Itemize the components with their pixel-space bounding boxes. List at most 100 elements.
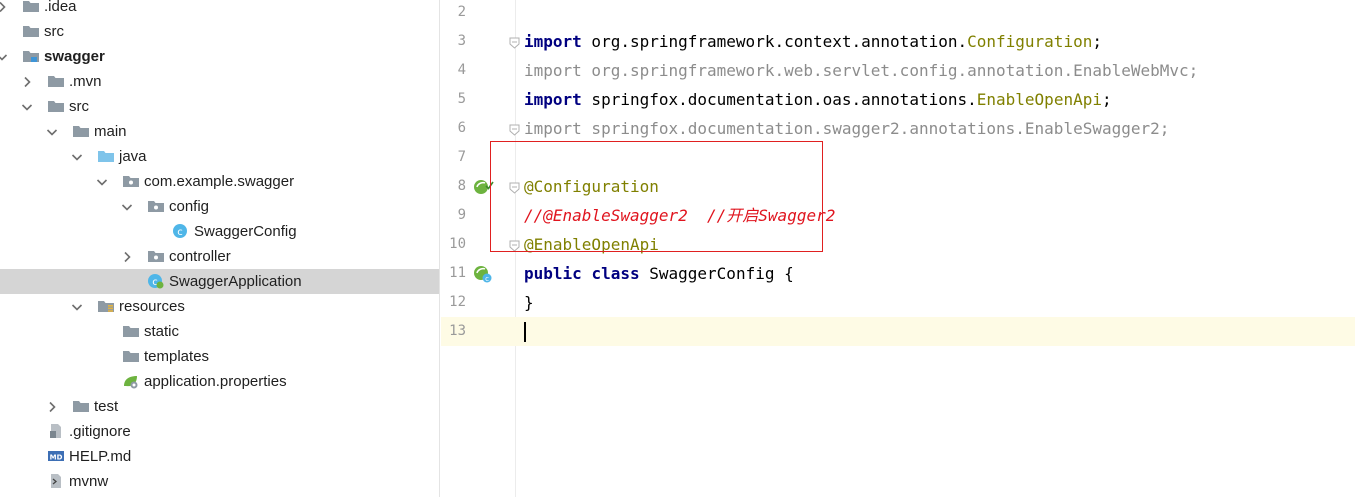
gitignore-file-icon (47, 423, 65, 439)
tree-item-label: com.example.swagger (144, 173, 295, 190)
line-number: 8 (457, 178, 466, 194)
code-token: //@EnableSwagger2 //开启Swagger2 (524, 206, 836, 225)
tree-item[interactable]: c SwaggerConfig (0, 219, 439, 244)
code-line[interactable]: 2 (441, 0, 1355, 27)
fold-marker-icon[interactable] (509, 36, 520, 49)
tree-item-label: controller (169, 248, 231, 265)
tree-item[interactable]: resources (0, 294, 439, 319)
chevron-down-icon[interactable] (95, 175, 109, 189)
chevron-down-icon[interactable] (45, 125, 59, 139)
code-line[interactable]: 12} (441, 288, 1355, 317)
code-token: } (524, 293, 534, 312)
line-number: 11 (449, 265, 466, 281)
tree-item[interactable]: test (0, 394, 439, 419)
line-number: 6 (457, 120, 466, 136)
package-icon (122, 173, 140, 189)
code-text[interactable]: @Configuration (524, 172, 659, 201)
tree-item[interactable]: java (0, 144, 439, 169)
folder-icon (22, 23, 40, 39)
code-line[interactable]: 4 import org.springframework.web.servlet.… (441, 56, 1355, 85)
code-line[interactable]: 10 @EnableOpenApi (441, 230, 1355, 259)
code-text[interactable]: import org.springframework.web.servlet.c… (524, 56, 1198, 85)
code-text[interactable]: public class SwaggerConfig { (524, 259, 794, 288)
code-line[interactable]: 13 (441, 317, 1355, 346)
code-line[interactable]: 6 import springfox.documentation.swagger2… (441, 114, 1355, 143)
chevron-right-icon[interactable] (45, 400, 59, 414)
tree-item-label: src (69, 98, 89, 115)
fold-marker-icon[interactable] (509, 181, 520, 194)
chevron-down-icon[interactable] (70, 300, 84, 314)
tree-item-label: resources (119, 298, 185, 315)
tree-item[interactable]: c SwaggerApplication (0, 269, 439, 294)
svg-text:c: c (177, 227, 183, 238)
chevron-right-icon[interactable] (0, 0, 9, 14)
tree-item[interactable]: swagger (0, 44, 439, 69)
chevron-down-icon[interactable] (120, 200, 134, 214)
code-line[interactable]: 11 c public class SwaggerConfig { (441, 259, 1355, 288)
fold-marker-icon[interactable] (509, 239, 520, 252)
chevron-right-icon[interactable] (20, 75, 34, 89)
spring-boot-class-icon: c (147, 273, 165, 289)
spring-config-gutter-icon[interactable]: c (472, 264, 494, 284)
code-line[interactable]: 5 import springfox.documentation.oas.anno… (441, 85, 1355, 114)
tree-item-label: templates (144, 348, 210, 365)
folder-icon (47, 98, 65, 114)
code-token: import org.springframework.web.servlet.c… (524, 61, 1199, 80)
source-folder-icon (97, 148, 115, 164)
tree-item[interactable]: mvnw (0, 469, 439, 494)
code-line[interactable]: 9 //@EnableSwagger2 //开启Swagger2 (441, 201, 1355, 230)
tree-item[interactable]: main (0, 119, 439, 144)
code-token: @Configuration (524, 177, 659, 196)
tree-item[interactable]: .mvn (0, 69, 439, 94)
code-line[interactable]: 8 @Configuration (441, 172, 1355, 201)
line-number: 10 (449, 236, 466, 252)
tree-item[interactable]: .gitignore (0, 419, 439, 444)
tree-item[interactable]: application.properties (0, 369, 439, 394)
tree-item-label: HELP.md (69, 448, 132, 465)
tree-item[interactable]: config (0, 194, 439, 219)
tree-item[interactable]: com.example.swagger (0, 169, 439, 194)
code-text[interactable]: //@EnableSwagger2 //开启Swagger2 (524, 201, 835, 230)
svg-text:MD: MD (50, 454, 63, 462)
tree-item[interactable]: src (0, 19, 439, 44)
code-token: springfox.documentation.oas.annotations. (581, 90, 977, 109)
line-number: 7 (457, 149, 466, 165)
tree-item[interactable]: static (0, 319, 439, 344)
package-icon (147, 198, 165, 214)
chevron-down-icon[interactable] (70, 150, 84, 164)
tree-item-label: SwaggerConfig (194, 223, 297, 240)
code-token: import (524, 90, 582, 109)
code-token: Configuration (967, 32, 1093, 51)
code-text[interactable]: @EnableOpenApi (524, 230, 659, 259)
code-editor[interactable]: 2 3 import org.springframework.context.ann… (441, 0, 1355, 497)
line-number: 9 (457, 207, 466, 223)
chevron-down-icon[interactable] (0, 50, 9, 64)
package-icon (147, 248, 165, 264)
tree-item[interactable]: templates (0, 344, 439, 369)
code-text[interactable]: } (524, 288, 534, 317)
tree-item-label: static (144, 323, 180, 340)
text-caret (524, 322, 526, 342)
tree-item[interactable]: controller (0, 244, 439, 269)
tree-item-label: .mvn (69, 73, 102, 90)
spring-properties-icon (122, 373, 140, 389)
code-token: public (524, 264, 582, 283)
tree-item[interactable]: .idea (0, 0, 439, 19)
spring-bean-gutter-icon[interactable] (472, 177, 494, 197)
code-text[interactable]: import springfox.documentation.oas.annot… (524, 85, 1112, 114)
tree-item[interactable]: src (0, 94, 439, 119)
line-number: 5 (457, 91, 466, 107)
code-text[interactable]: import org.springframework.context.annot… (524, 27, 1102, 56)
chevron-down-icon[interactable] (20, 100, 34, 114)
code-line[interactable]: 7 (441, 143, 1355, 172)
tree-item-label: swagger (44, 48, 105, 65)
code-line[interactable]: 3 import org.springframework.context.anno… (441, 27, 1355, 56)
tree-item[interactable]: MD HELP.md (0, 444, 439, 469)
chevron-right-icon[interactable] (120, 250, 134, 264)
project-tree[interactable]: .idea src swagger .mvn src main java com.exampl… (0, 0, 440, 497)
code-text[interactable]: import springfox.documentation.swagger2.… (524, 114, 1169, 143)
folder-icon (22, 0, 40, 14)
fold-marker-icon[interactable] (509, 123, 520, 136)
tree-item-label: SwaggerApplication (169, 273, 302, 290)
